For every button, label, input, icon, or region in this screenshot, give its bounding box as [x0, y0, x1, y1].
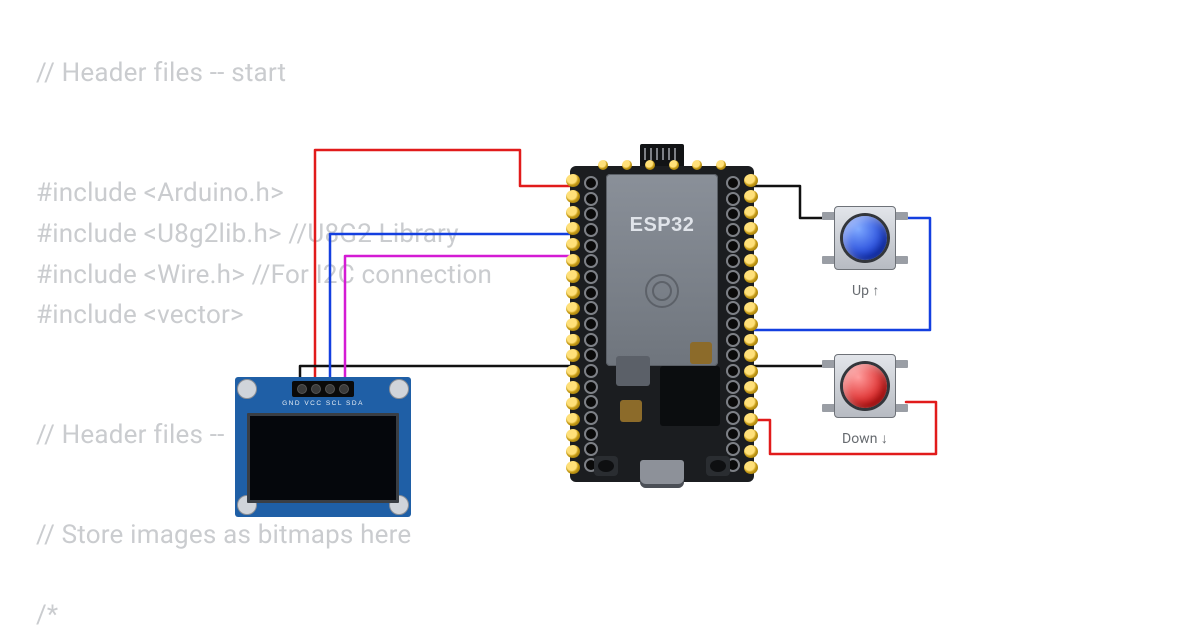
pushbutton-cap-red[interactable] — [843, 364, 887, 408]
esp32-micro-usb — [640, 460, 684, 488]
esp32-pins-right-inner — [726, 176, 740, 472]
esp32-board[interactable]: ESP32 — [570, 166, 754, 482]
oled-display-module[interactable]: GND VCC SCL SDA — [235, 377, 411, 517]
pushbutton-up[interactable] — [824, 200, 906, 276]
code-line-4: #include <Wire.h> //For I2C connection — [36, 260, 492, 290]
pushbutton-cap-blue[interactable] — [843, 216, 887, 260]
wire-btn-up-gnd — [750, 186, 826, 218]
code-line-3: #include <U8g2lib.h> //U8G2 Library — [36, 219, 459, 249]
esp32-pins-left-gold — [566, 174, 580, 474]
esp32-component — [620, 400, 642, 422]
esp32-reset-button[interactable] — [706, 456, 730, 476]
esp32-pins-left-inner — [584, 176, 598, 472]
pushbutton-down[interactable] — [824, 348, 906, 424]
espressif-logo-icon — [645, 274, 679, 308]
code-line-7: // Store images as bitmaps here — [36, 520, 411, 550]
esp32-pins-right-gold — [744, 174, 758, 474]
oled-pin-labels: GND VCC SCL SDA — [282, 400, 364, 407]
esp32-component — [616, 356, 650, 386]
code-line-8: /* — [36, 600, 58, 630]
code-line-6: // Header files -- — [36, 420, 225, 450]
wire-oled-scl — [330, 234, 576, 380]
oled-pin-header — [292, 381, 354, 397]
code-line-5: #include <vector> — [36, 300, 244, 330]
code-line-2: #include <Arduino.h> — [36, 178, 284, 208]
oled-mount-hole — [389, 379, 409, 399]
diagram-canvas: // Header files -- start #include <Ardui… — [0, 0, 1200, 630]
esp32-chip-label: ESP32 — [630, 214, 695, 237]
button-down-label: Down ↓ — [842, 430, 888, 447]
esp32-boot-button[interactable] — [594, 456, 618, 476]
code-line-1: // Header files -- start — [36, 58, 286, 88]
esp32-component — [690, 342, 712, 364]
esp32-mcu-chip — [660, 366, 720, 426]
esp32-metal-shield: ESP32 — [606, 174, 718, 366]
button-up-label: Up ↑ — [852, 282, 879, 299]
oled-screen — [247, 413, 399, 503]
oled-mount-hole — [237, 379, 257, 399]
